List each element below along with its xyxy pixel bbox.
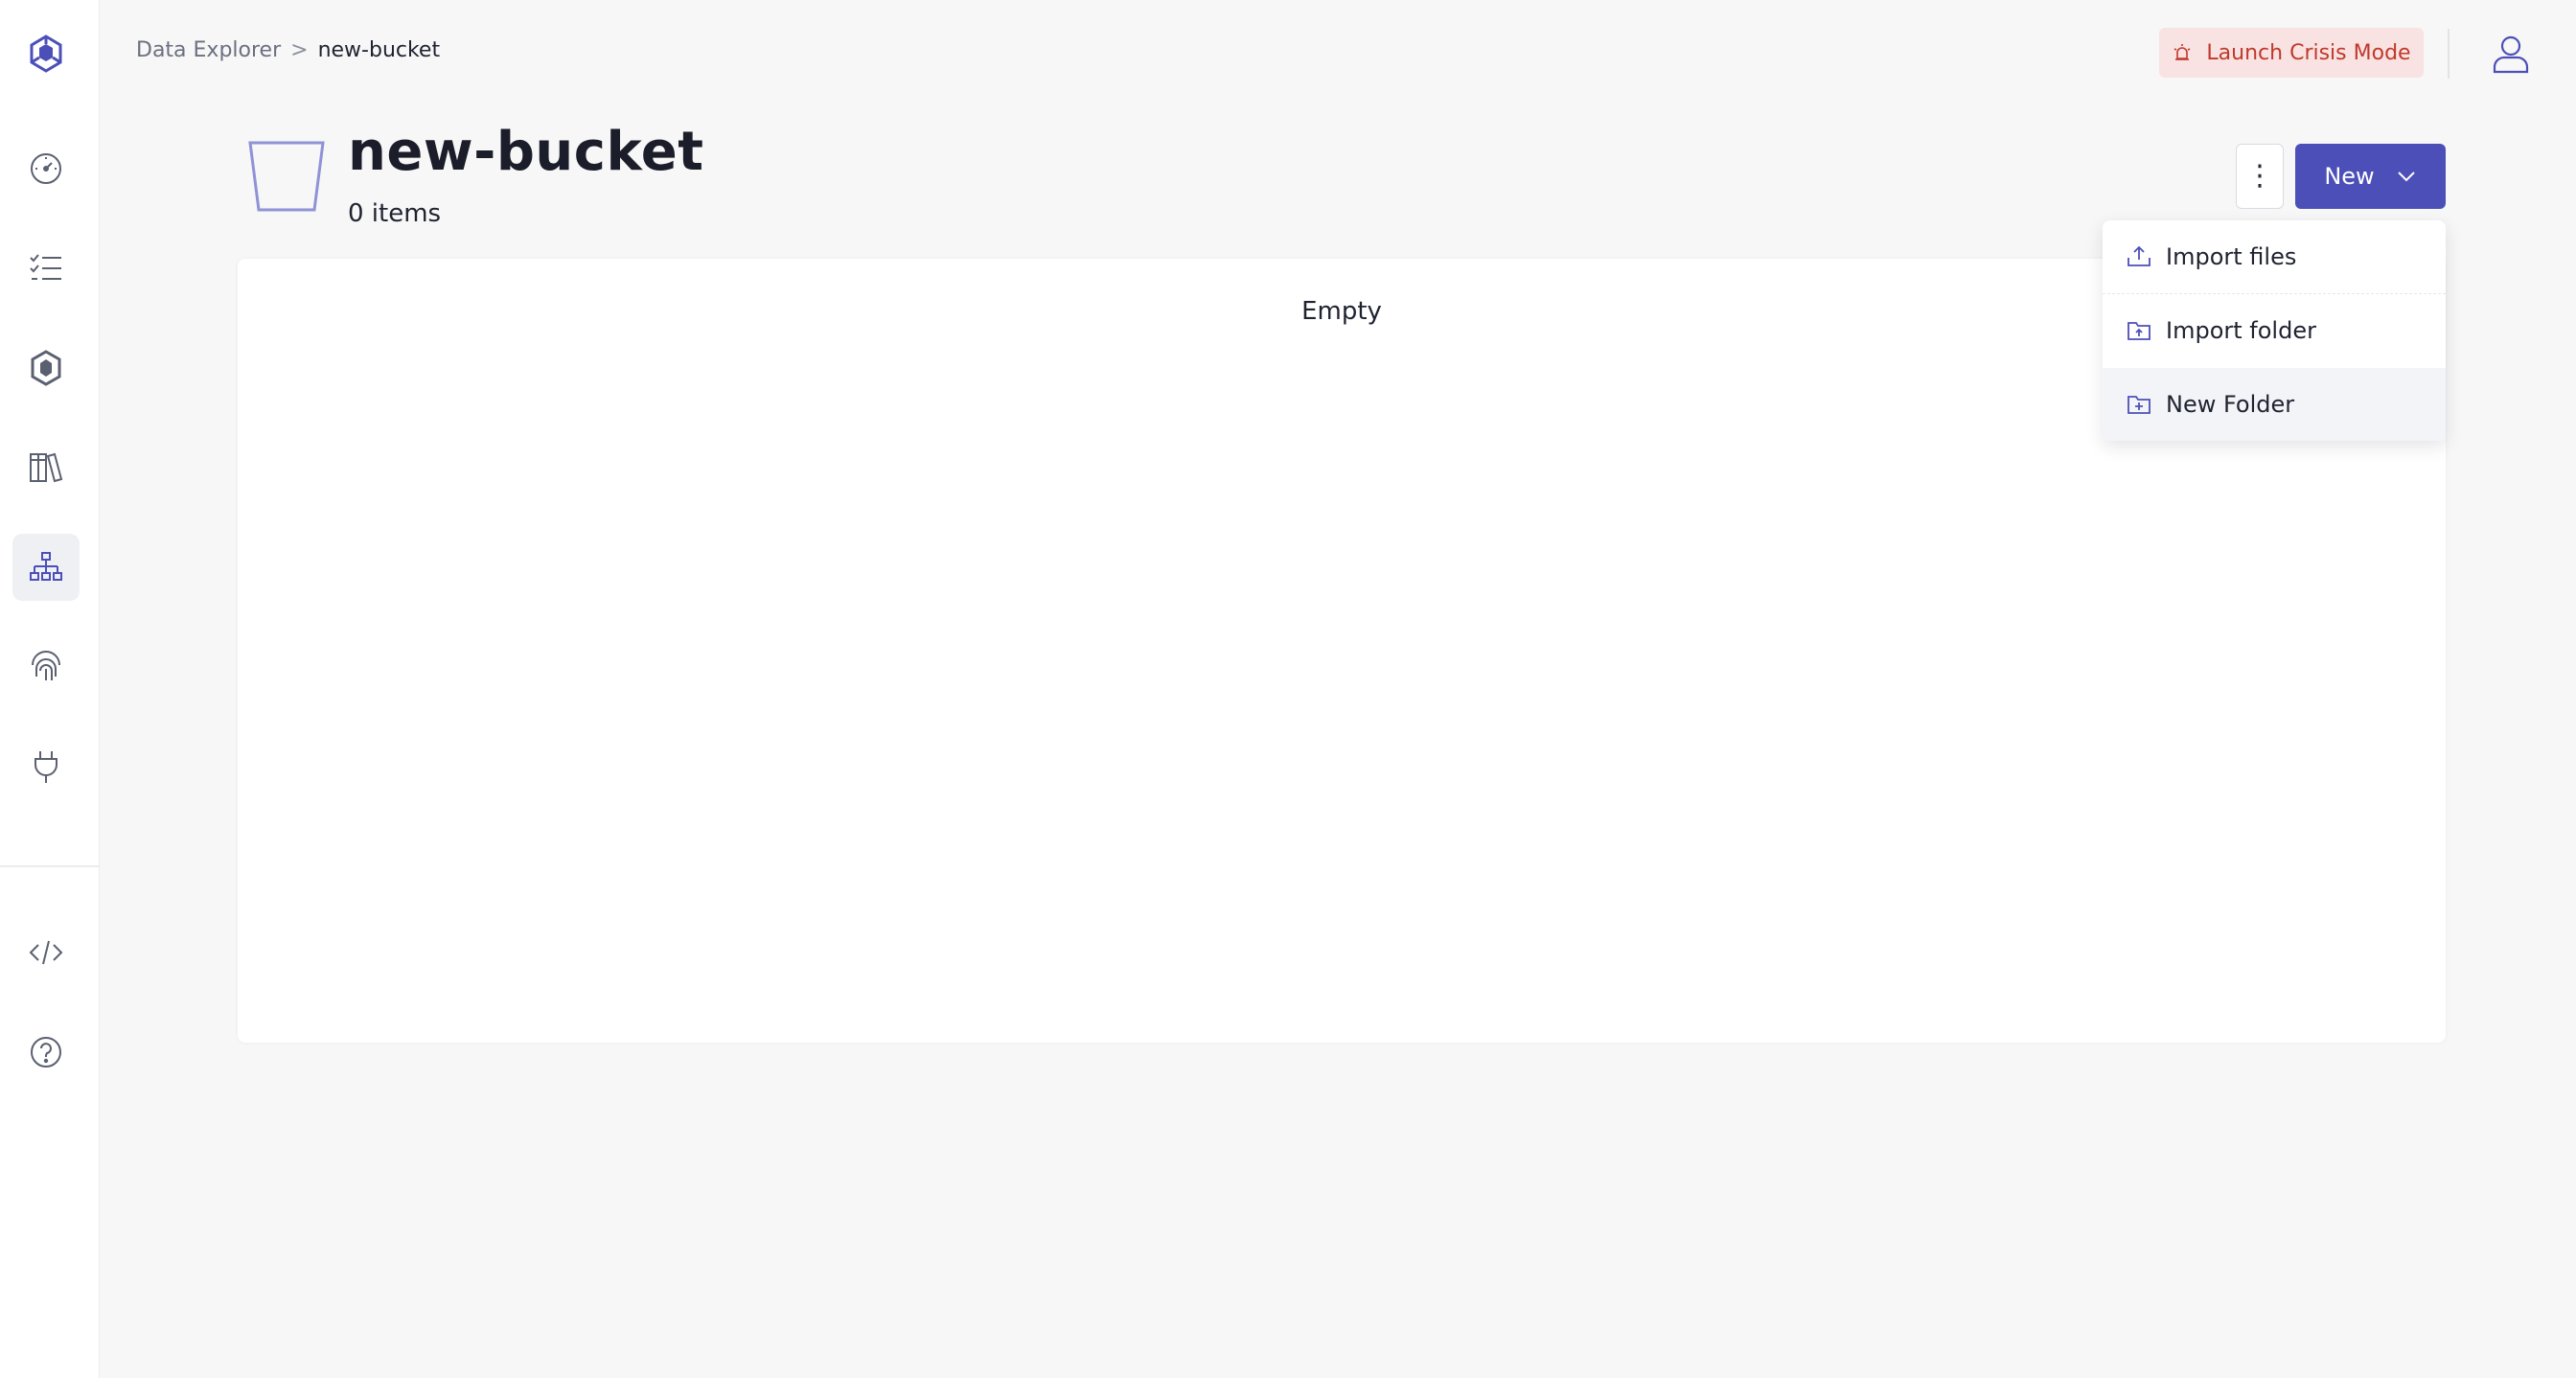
hexagon-cluster-icon bbox=[31, 350, 61, 386]
sidebar-item-fingerprint[interactable] bbox=[12, 633, 80, 700]
menu-item-label: New Folder bbox=[2166, 391, 2295, 418]
sidebar-item-hierarchy[interactable] bbox=[12, 534, 80, 601]
crisis-label: Launch Crisis Mode bbox=[2206, 40, 2411, 65]
sidebar bbox=[0, 0, 100, 1378]
sidebar-item-developer[interactable] bbox=[12, 919, 80, 986]
sidebar-item-cluster[interactable] bbox=[12, 334, 80, 402]
sidebar-item-library[interactable] bbox=[12, 434, 80, 501]
siren-icon bbox=[2174, 44, 2191, 60]
chevron-right-icon: > bbox=[290, 38, 309, 62]
menu-item-import-files[interactable]: Import files bbox=[2103, 220, 2446, 293]
sidebar-item-tasks[interactable] bbox=[12, 235, 80, 302]
logo-icon bbox=[30, 34, 62, 73]
sidebar-item-help[interactable] bbox=[12, 1019, 80, 1086]
code-icon bbox=[29, 940, 63, 965]
app-logo[interactable] bbox=[12, 20, 80, 87]
topbar-divider bbox=[2448, 29, 2450, 79]
breadcrumb-parent-link[interactable]: Data Explorer bbox=[136, 38, 281, 62]
sidebar-item-integrations[interactable] bbox=[12, 733, 80, 800]
menu-item-label: Import files bbox=[2166, 243, 2297, 270]
hierarchy-icon bbox=[30, 552, 62, 581]
dashboard-gauge-icon bbox=[31, 153, 61, 184]
task-list-icon bbox=[30, 254, 61, 280]
page-title: new-bucket bbox=[348, 121, 704, 183]
help-icon bbox=[31, 1037, 61, 1068]
more-vertical-icon: ⋮ bbox=[2245, 159, 2274, 193]
bucket-icon bbox=[248, 141, 325, 212]
item-count: 0 items bbox=[348, 199, 442, 228]
breadcrumb: Data Explorer > new-bucket bbox=[136, 38, 440, 62]
new-dropdown-menu: Import files Import folder New Folder bbox=[2103, 220, 2446, 441]
user-profile-button[interactable] bbox=[2486, 29, 2536, 79]
upload-icon bbox=[2128, 245, 2150, 266]
new-dropdown-button[interactable]: New bbox=[2295, 144, 2446, 209]
menu-item-import-folder[interactable]: Import folder bbox=[2103, 294, 2446, 367]
fingerprint-icon bbox=[32, 651, 60, 680]
new-button-label: New bbox=[2324, 163, 2375, 190]
launch-crisis-mode-button[interactable]: Launch Crisis Mode bbox=[2159, 28, 2424, 78]
menu-item-new-folder[interactable]: New Folder bbox=[2103, 368, 2446, 441]
library-books-icon bbox=[30, 452, 63, 483]
plug-icon bbox=[34, 751, 58, 783]
chevron-down-icon bbox=[2397, 172, 2415, 182]
sidebar-item-dashboard[interactable] bbox=[12, 135, 80, 202]
folder-plus-icon bbox=[2128, 396, 2150, 414]
menu-item-label: Import folder bbox=[2166, 317, 2316, 344]
user-icon bbox=[2493, 35, 2529, 74]
folder-upload-icon bbox=[2128, 322, 2150, 340]
sidebar-divider bbox=[0, 865, 100, 867]
breadcrumb-current: new-bucket bbox=[317, 38, 441, 62]
more-options-button[interactable]: ⋮ bbox=[2236, 144, 2284, 209]
